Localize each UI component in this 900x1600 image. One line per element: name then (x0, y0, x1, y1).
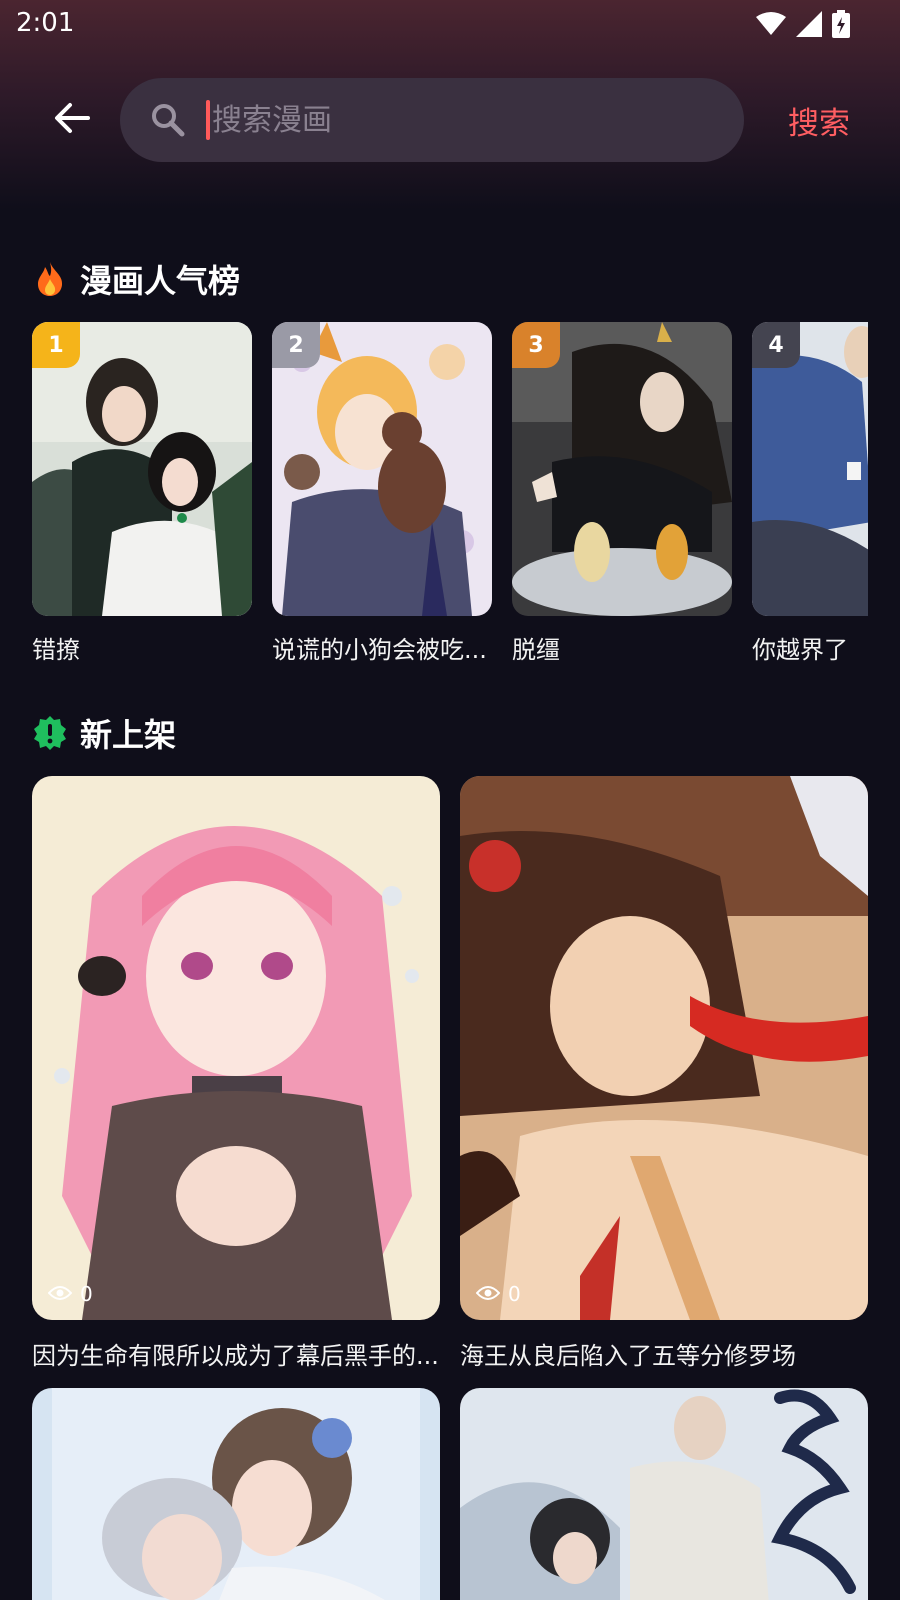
search-bar[interactable] (120, 78, 744, 162)
comic-cover: 0 (32, 776, 440, 1320)
popular-item[interactable]: 4 你越界了 (752, 322, 868, 662)
new-badge-icon (32, 715, 68, 751)
wifi-icon (756, 12, 786, 36)
arrow-left-icon (54, 102, 90, 138)
signal-icon (796, 11, 822, 37)
new-release-item[interactable]: 0 海王从良后陷入了五等分修罗场 (460, 776, 868, 1371)
comic-cover (32, 1388, 440, 1600)
comic-title: 因为生命有限所以成为了幕后黑手的... (32, 1342, 439, 1370)
search-submit-button[interactable]: 搜索 (788, 98, 850, 143)
view-count-value: 0 (508, 1282, 521, 1306)
view-count-value: 0 (80, 1282, 93, 1306)
new-release-item[interactable]: 0 因为生命有限所以成为了幕后黑手的... (32, 776, 440, 1371)
new-releases-section-header: 新上架 (32, 710, 176, 756)
view-count: 0 (47, 1282, 93, 1306)
comic-cover: 3 (512, 322, 732, 616)
new-release-item[interactable] (460, 1388, 868, 1600)
rank-badge: 1 (32, 322, 80, 368)
comic-title: 说谎的小狗会被吃... (272, 636, 487, 662)
new-releases-section-title: 新上架 (80, 716, 177, 754)
search-icon (150, 102, 186, 138)
status-time: 2:01 (16, 8, 75, 38)
popular-section-title: 漫画人气榜 (80, 262, 241, 300)
comic-cover: 4 (752, 322, 868, 616)
comic-cover: 1 (32, 322, 252, 616)
view-count: 0 (475, 1282, 521, 1306)
popular-item[interactable]: 1 错撩 (32, 322, 252, 662)
comic-cover: 2 (272, 322, 492, 616)
new-release-item[interactable] (32, 1388, 440, 1600)
popular-item[interactable]: 2 说谎的小狗会被吃... (272, 322, 492, 662)
search-input[interactable] (212, 102, 692, 138)
eye-icon (475, 1282, 501, 1306)
battery-charging-icon (832, 10, 850, 38)
comic-title: 脱缰 (512, 636, 560, 662)
comic-title: 你越界了 (752, 636, 848, 662)
rank-badge: 4 (752, 322, 800, 368)
comic-title: 海王从良后陷入了五等分修罗场 (460, 1342, 796, 1370)
status-bar: 2:01 (0, 0, 900, 48)
popular-section-header: 漫画人气榜 (32, 256, 240, 302)
comic-cover: 0 (460, 776, 868, 1320)
comic-cover (460, 1388, 868, 1600)
status-icons (756, 10, 850, 38)
rank-badge: 2 (272, 322, 320, 368)
popular-list: 1 错撩 2 说谎的小狗会被吃... 3 脱缰 4 你越界了 (32, 322, 868, 662)
comic-title: 错撩 (32, 636, 80, 662)
popular-item[interactable]: 3 脱缰 (512, 322, 732, 662)
rank-badge: 3 (512, 322, 560, 368)
fire-icon (32, 261, 68, 297)
back-button[interactable] (48, 96, 96, 144)
text-caret (206, 100, 210, 140)
eye-icon (47, 1282, 73, 1306)
